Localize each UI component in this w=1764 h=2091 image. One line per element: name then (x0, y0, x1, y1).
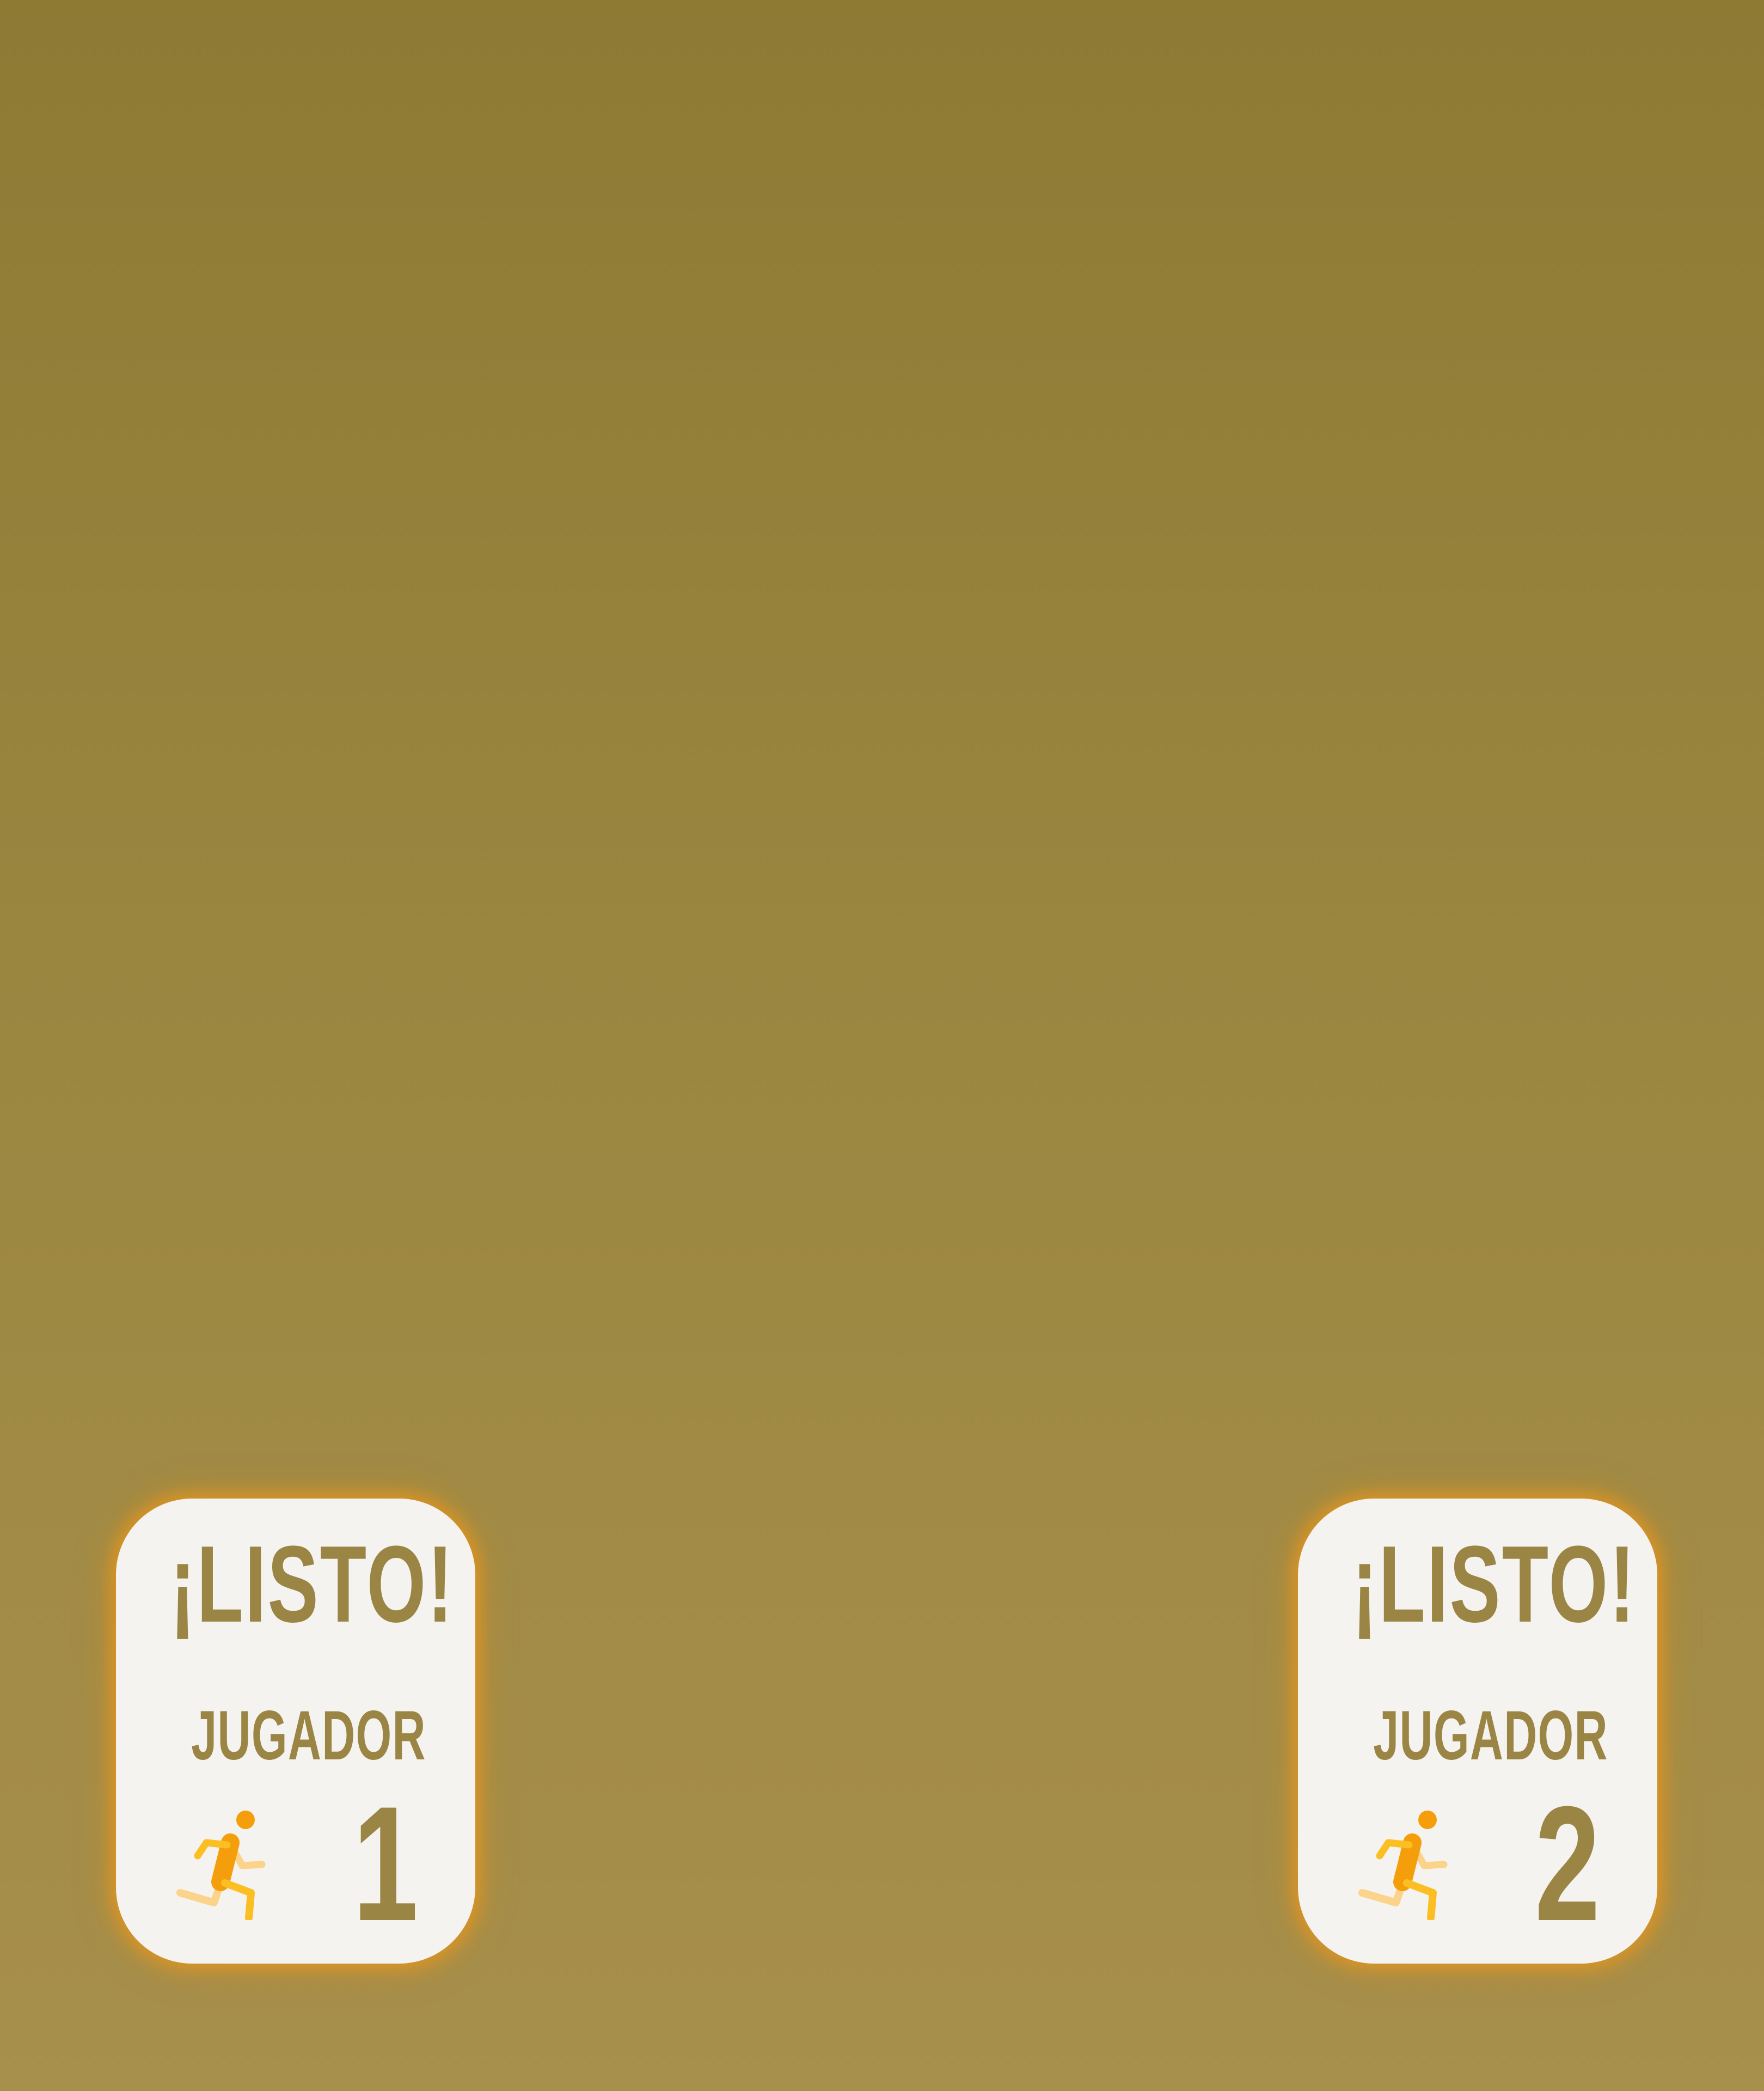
ready-status: ¡LISTO! (170, 1524, 455, 1645)
runner-icon (1358, 1811, 1448, 1920)
player-label: JUGADOR (1373, 1697, 1608, 1775)
game-screen: ¡LISTO! JUGADOR 1 ¡LISTO! JUGADOR 2 (0, 0, 1764, 2091)
ready-status: ¡LISTO! (1352, 1524, 1637, 1645)
player-label: JUGADOR (191, 1697, 426, 1775)
player-number: 1 (352, 1772, 419, 1955)
player-1-ready-card[interactable]: ¡LISTO! JUGADOR 1 (116, 1499, 475, 1964)
player-2-ready-card[interactable]: ¡LISTO! JUGADOR 2 (1298, 1499, 1657, 1964)
player-number: 2 (1534, 1772, 1601, 1955)
runner-icon (176, 1811, 266, 1920)
